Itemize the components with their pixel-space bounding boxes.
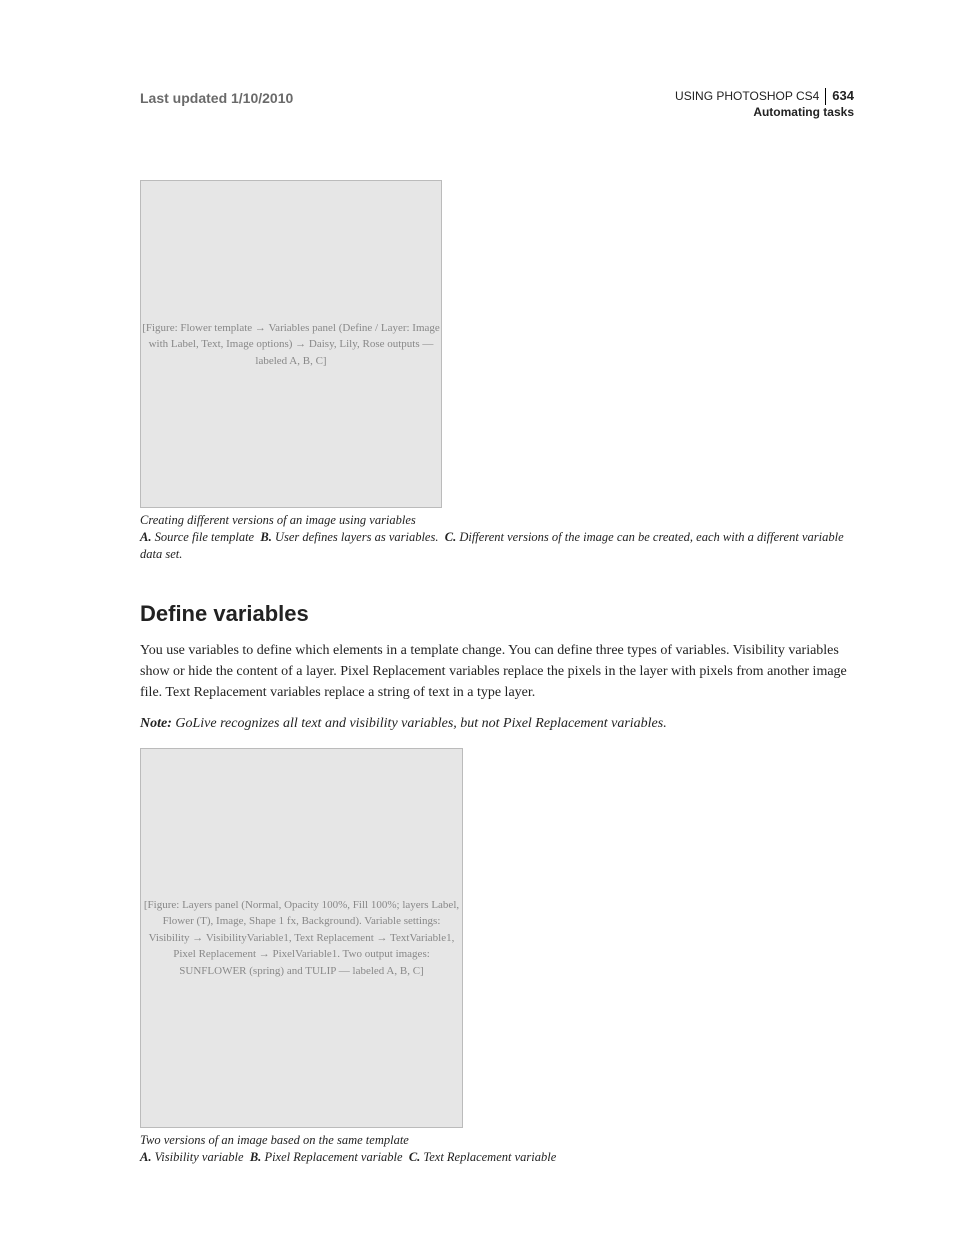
figure1-caption: Creating different versions of an image … bbox=[140, 512, 854, 563]
product-name: USING PHOTOSHOP CS4 bbox=[675, 89, 819, 105]
figure1-caption-main: Creating different versions of an image … bbox=[140, 513, 416, 527]
figure2-c-label: C. bbox=[409, 1150, 420, 1164]
page-number: 634 bbox=[825, 88, 854, 105]
figure2-caption-main: Two versions of an image based on the sa… bbox=[140, 1133, 409, 1147]
section-heading-define-variables: Define variables bbox=[140, 597, 854, 630]
header-right: USING PHOTOSHOP CS4 634 Automating tasks bbox=[675, 88, 854, 120]
chapter-title: Automating tasks bbox=[675, 105, 854, 121]
figure2-caption: Two versions of an image based on the sa… bbox=[140, 1132, 854, 1166]
figure1-b-text: User defines layers as variables. bbox=[275, 530, 439, 544]
figure1-b-label: B. bbox=[260, 530, 271, 544]
figure1-a-label: A. bbox=[140, 530, 151, 544]
figure2-b-text: Pixel Replacement variable bbox=[264, 1150, 402, 1164]
note-label: Note: bbox=[140, 716, 172, 731]
figure2-b-label: B. bbox=[250, 1150, 261, 1164]
note-text: GoLive recognizes all text and visibilit… bbox=[172, 716, 667, 731]
figure-variables-diagram: [Figure: Flower template → Variables pan… bbox=[140, 180, 442, 508]
section-note: Note: GoLive recognizes all text and vis… bbox=[140, 713, 854, 734]
page-header: Last updated 1/10/2010 USING PHOTOSHOP C… bbox=[140, 88, 854, 120]
last-updated-text: Last updated 1/10/2010 bbox=[140, 88, 293, 109]
figure1-c-label: C. bbox=[445, 530, 456, 544]
figure1-a-text: Source file template bbox=[155, 530, 255, 544]
section-body-para: You use variables to define which elemen… bbox=[140, 640, 854, 703]
figure2-c-text: Text Replacement variable bbox=[423, 1150, 556, 1164]
figure-layers-variables: [Figure: Layers panel (Normal, Opacity 1… bbox=[140, 748, 463, 1128]
figure2-a-text: Visibility variable bbox=[155, 1150, 244, 1164]
figure2-a-label: A. bbox=[140, 1150, 151, 1164]
